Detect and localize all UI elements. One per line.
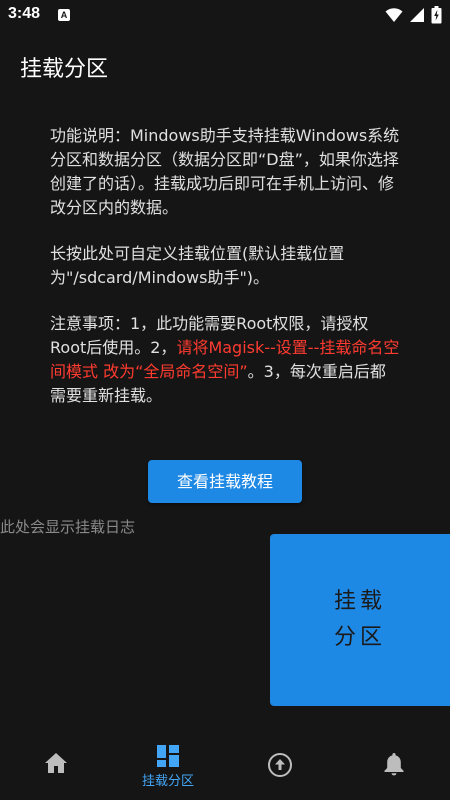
mount-partition-label: 挂载分区	[333, 589, 386, 650]
nav-upload[interactable]	[224, 730, 336, 800]
status-bar: 3:48 A	[0, 0, 450, 32]
signal-icon	[410, 8, 424, 22]
nav-notifications[interactable]	[338, 730, 450, 800]
wifi-icon	[385, 8, 403, 22]
grid-icon	[157, 745, 179, 767]
nav-home[interactable]	[0, 730, 112, 800]
feature-description: 功能说明：Mindows助手支持挂载Windows系统分区和数据分区（数据分区即…	[50, 126, 400, 217]
app-bar: 挂载分区	[0, 32, 450, 100]
upload-circle-icon	[268, 753, 292, 777]
notification-a-icon: A	[58, 9, 70, 21]
mount-log: 此处会显示挂载日志	[0, 518, 136, 536]
home-icon	[45, 753, 67, 773]
bottom-nav: 挂载分区	[0, 730, 450, 800]
mount-partition-button[interactable]: 挂载分区	[270, 534, 450, 706]
long-press-hint: 长按此处可自定义挂载位置(默认挂载位置为"/sdcard/Mindows助手")…	[50, 244, 345, 287]
notice-text: 注意事项：1，此功能需要Root权限，请授权Root后使用。2，请将Magisk…	[50, 312, 400, 408]
status-icons	[385, 6, 442, 24]
view-tutorial-button[interactable]: 查看挂载教程	[148, 460, 302, 503]
page-title: 挂载分区	[20, 57, 109, 82]
description-panel[interactable]: 功能说明：Mindows助手支持挂载Windows系统分区和数据分区（数据分区即…	[50, 124, 400, 430]
bell-icon	[384, 753, 404, 776]
status-time: 3:48	[8, 5, 41, 22]
nav-mount-partition[interactable]: 挂载分区	[112, 730, 224, 800]
battery-icon	[431, 6, 442, 24]
nav-mount-partition-label: 挂载分区	[141, 774, 194, 789]
